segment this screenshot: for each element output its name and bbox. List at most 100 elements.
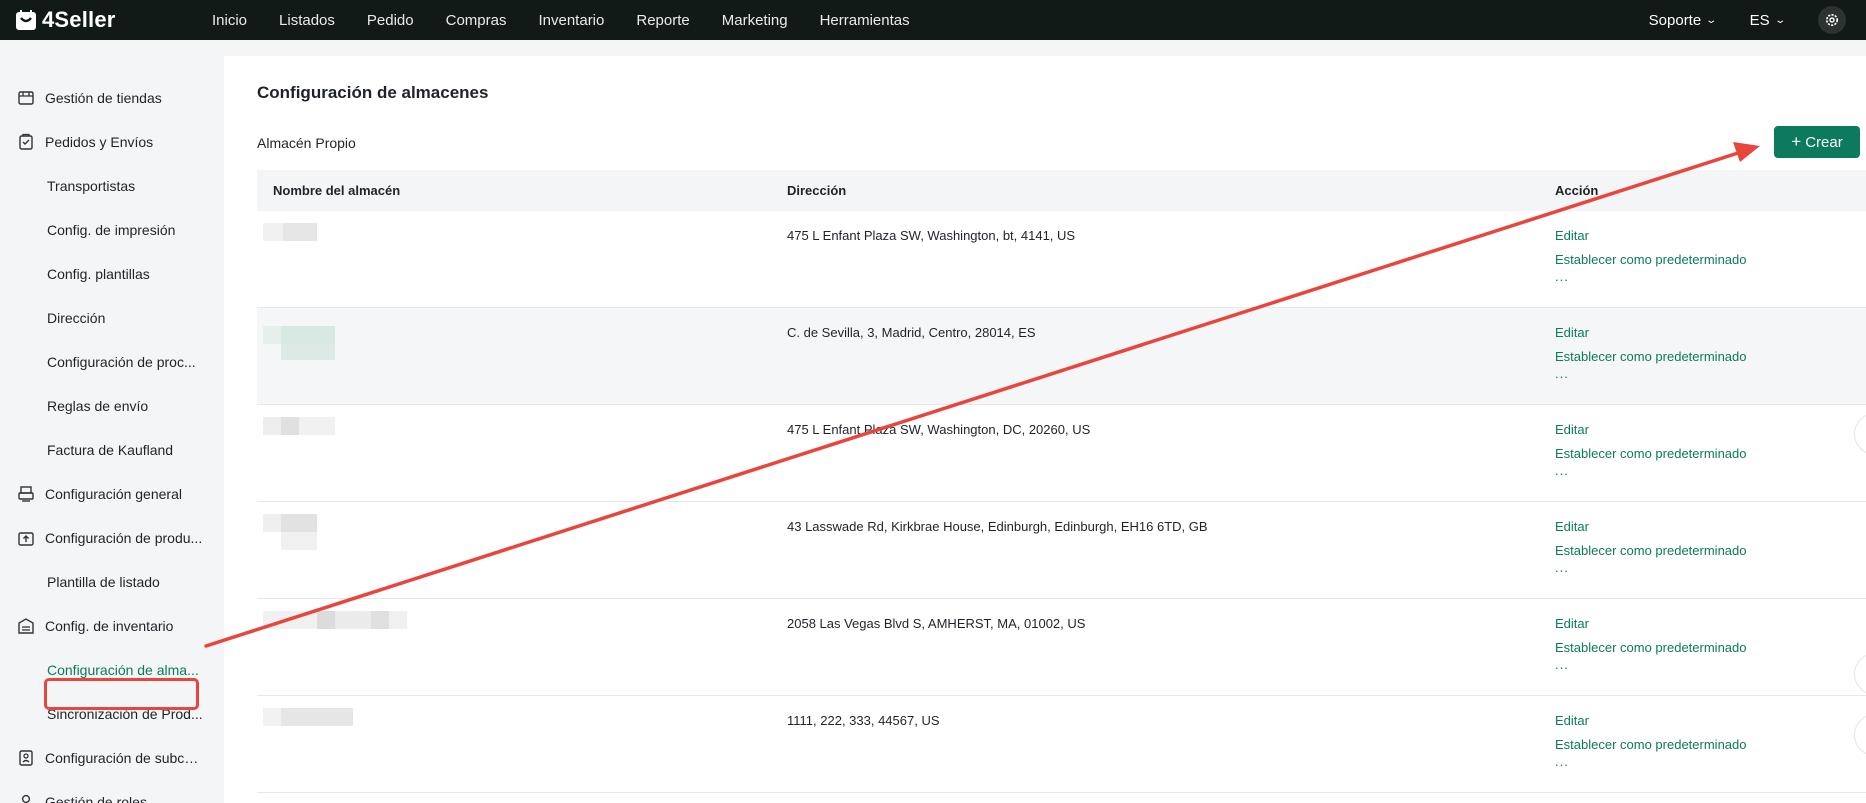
- sidebar-item-label: Configuración de produ...: [45, 530, 203, 546]
- language-label: ES: [1749, 11, 1770, 29]
- sidebar-item-label: Transportistas: [47, 178, 136, 194]
- sidebar-item-gestion-tiendas[interactable]: Gestión de tiendas: [0, 80, 224, 116]
- sidebar-item-configuracion-subcuentas[interactable]: Configuración de subcu...: [0, 740, 224, 776]
- brand-name: 4Seller: [42, 7, 116, 32]
- address-cell: 475 L Enfant Plaza SW, Washington, bt, 4…: [787, 228, 1076, 243]
- user-icon: [21, 794, 31, 803]
- more-actions-button[interactable]: ...: [1555, 754, 1747, 769]
- actions-cell: Editar Establecer como predeterminado ..…: [1555, 325, 1747, 381]
- top-right-controls: Soporte ⌄ ES ⌄: [1649, 0, 1866, 40]
- edit-link[interactable]: Editar: [1555, 325, 1747, 340]
- sidebar-item-label: Gestión de tiendas: [45, 90, 162, 106]
- support-menu[interactable]: Soporte ⌄: [1648, 11, 1718, 29]
- sidebar-item-label: Configuración de proc...: [47, 354, 196, 370]
- edit-link[interactable]: Editar: [1555, 519, 1747, 534]
- more-actions-button[interactable]: ...: [1555, 560, 1747, 575]
- column-header-address[interactable]: Dirección: [787, 183, 846, 198]
- set-default-link[interactable]: Establecer como predeterminado: [1555, 640, 1747, 655]
- more-actions-button[interactable]: ...: [1555, 269, 1747, 284]
- table-row: 475 L Enfant Plaza SW, Washington, bt, 4…: [257, 211, 1866, 308]
- nav-inicio[interactable]: Inicio: [212, 12, 247, 29]
- sidebar-item-label: Reglas de envío: [47, 398, 149, 414]
- set-default-link[interactable]: Establecer como predeterminado: [1555, 252, 1747, 267]
- sidebar-item-configuracion-general[interactable]: Configuración general: [0, 476, 224, 512]
- gear-icon: [1826, 14, 1838, 26]
- sidebar: Gestión de tiendas Pedidos y Envíos Tran…: [0, 40, 224, 803]
- sidebar-item-label: Config. de impresión: [47, 222, 176, 238]
- sidebar-item-label: Configuración de alma...: [47, 662, 199, 678]
- address-cell: 475 L Enfant Plaza SW, Washington, DC, 2…: [787, 422, 1091, 437]
- clipboard-icon: [19, 133, 33, 150]
- sidebar-item-label: Plantilla de listado: [47, 574, 160, 590]
- sidebar-item-direccion[interactable]: Dirección: [0, 300, 224, 336]
- nav-marketing[interactable]: Marketing: [722, 12, 788, 29]
- sidebar-item-config-plantillas[interactable]: Config. plantillas: [0, 256, 224, 292]
- sidebar-item-pedidos-envios[interactable]: Pedidos y Envíos: [0, 124, 224, 160]
- box-upload-icon: [18, 532, 34, 546]
- settings-button[interactable]: [1818, 6, 1846, 34]
- more-actions-button[interactable]: ...: [1555, 366, 1747, 381]
- printer-icon: [18, 486, 34, 502]
- chevron-down-icon: ⌄: [1705, 14, 1718, 26]
- edit-link[interactable]: Editar: [1555, 422, 1747, 437]
- table-row: 475 L Enfant Plaza SW, Washington, DC, 2…: [257, 405, 1866, 502]
- sidebar-item-configuracion-productos[interactable]: Configuración de produ...: [0, 520, 224, 556]
- shopping-bag-icon: [16, 10, 36, 30]
- set-default-link[interactable]: Establecer como predeterminado: [1555, 349, 1747, 364]
- sidebar-item-plantilla-listado[interactable]: Plantilla de listado: [0, 564, 224, 600]
- sidebar-item-gestion-roles[interactable]: Gestión de roles: [0, 784, 224, 803]
- page-title: Configuración de almacenes: [257, 83, 489, 102]
- annotation-highlight-box: [44, 678, 199, 710]
- edit-link[interactable]: Editar: [1555, 228, 1747, 243]
- actions-cell: Editar Establecer como predeterminado ..…: [1555, 616, 1747, 672]
- address-cell: 43 Lasswade Rd, Kirkbrae House, Edinburg…: [787, 519, 1208, 534]
- chevron-down-icon: ⌄: [1773, 14, 1786, 26]
- address-cell: 2058 Las Vegas Blvd S, AMHERST, MA, 0100…: [787, 616, 1086, 631]
- sidebar-item-transportistas[interactable]: Transportistas: [0, 168, 224, 204]
- table-row: C. de Sevilla, 3, Madrid, Centro, 28014,…: [257, 308, 1866, 405]
- nav-reporte[interactable]: Reporte: [636, 12, 689, 29]
- table-row: 1111, 222, 333, 44567, US Editar Estable…: [257, 696, 1866, 793]
- create-warehouse-button[interactable]: + Crear: [1774, 126, 1860, 158]
- create-button-label: Crear: [1805, 133, 1843, 151]
- section-label: Almacén Propio: [257, 135, 356, 151]
- nav-listados[interactable]: Listados: [279, 12, 335, 29]
- address-cell: C. de Sevilla, 3, Madrid, Centro, 28014,…: [787, 325, 1036, 340]
- sidebar-item-factura-kaufland[interactable]: Factura de Kaufland: [0, 432, 224, 468]
- nav-pedido[interactable]: Pedido: [367, 12, 414, 29]
- sidebar-item-label: Config. plantillas: [47, 266, 150, 282]
- warehouse-table: Nombre del almacén Dirección Acción 475 …: [257, 170, 1866, 793]
- nav-compras[interactable]: Compras: [446, 12, 507, 29]
- id-card-icon: [19, 750, 33, 766]
- brand-logo[interactable]: 4Seller: [14, 7, 194, 33]
- table-row: 2058 Las Vegas Blvd S, AMHERST, MA, 0100…: [257, 599, 1866, 696]
- main-content: Configuración de almacenes Almacén Propi…: [224, 56, 1866, 803]
- column-header-action: Acción: [1555, 183, 1599, 198]
- sidebar-item-label: Dirección: [47, 310, 106, 326]
- set-default-link[interactable]: Establecer como predeterminado: [1555, 737, 1747, 752]
- warehouse-icon: [18, 618, 34, 634]
- more-actions-button[interactable]: ...: [1555, 463, 1747, 478]
- nav-inventario[interactable]: Inventario: [538, 12, 604, 29]
- set-default-link[interactable]: Establecer como predeterminado: [1555, 543, 1747, 558]
- top-navigation-bar: 4Seller Inicio Listados Pedido Compras I…: [0, 0, 1866, 40]
- sidebar-item-config-impresion[interactable]: Config. de impresión: [0, 212, 224, 248]
- language-menu[interactable]: ES ⌄: [1749, 11, 1786, 29]
- actions-cell: Editar Establecer como predeterminado ..…: [1555, 228, 1747, 284]
- table-header: Nombre del almacén Dirección Acción: [257, 170, 1866, 211]
- sidebar-item-configuracion-procesos[interactable]: Configuración de proc...: [0, 344, 224, 380]
- sidebar-item-config-inventario[interactable]: Config. de inventario: [0, 608, 224, 644]
- table-row: 43 Lasswade Rd, Kirkbrae House, Edinburg…: [257, 502, 1866, 599]
- edit-link[interactable]: Editar: [1555, 616, 1747, 631]
- set-default-link[interactable]: Establecer como predeterminado: [1555, 446, 1747, 461]
- column-header-name[interactable]: Nombre del almacén: [273, 183, 400, 198]
- edit-link[interactable]: Editar: [1555, 713, 1747, 728]
- sidebar-item-label: Configuración de subcu...: [45, 750, 203, 766]
- more-actions-button[interactable]: ...: [1555, 657, 1747, 672]
- actions-cell: Editar Establecer como predeterminado ..…: [1555, 422, 1747, 478]
- sidebar-item-reglas-envio[interactable]: Reglas de envío: [0, 388, 224, 424]
- address-cell: 1111, 222, 333, 44567, US: [787, 713, 940, 728]
- support-label: Soporte: [1648, 11, 1702, 29]
- actions-cell: Editar Establecer como predeterminado ..…: [1555, 519, 1747, 575]
- nav-herramientas[interactable]: Herramientas: [820, 12, 910, 29]
